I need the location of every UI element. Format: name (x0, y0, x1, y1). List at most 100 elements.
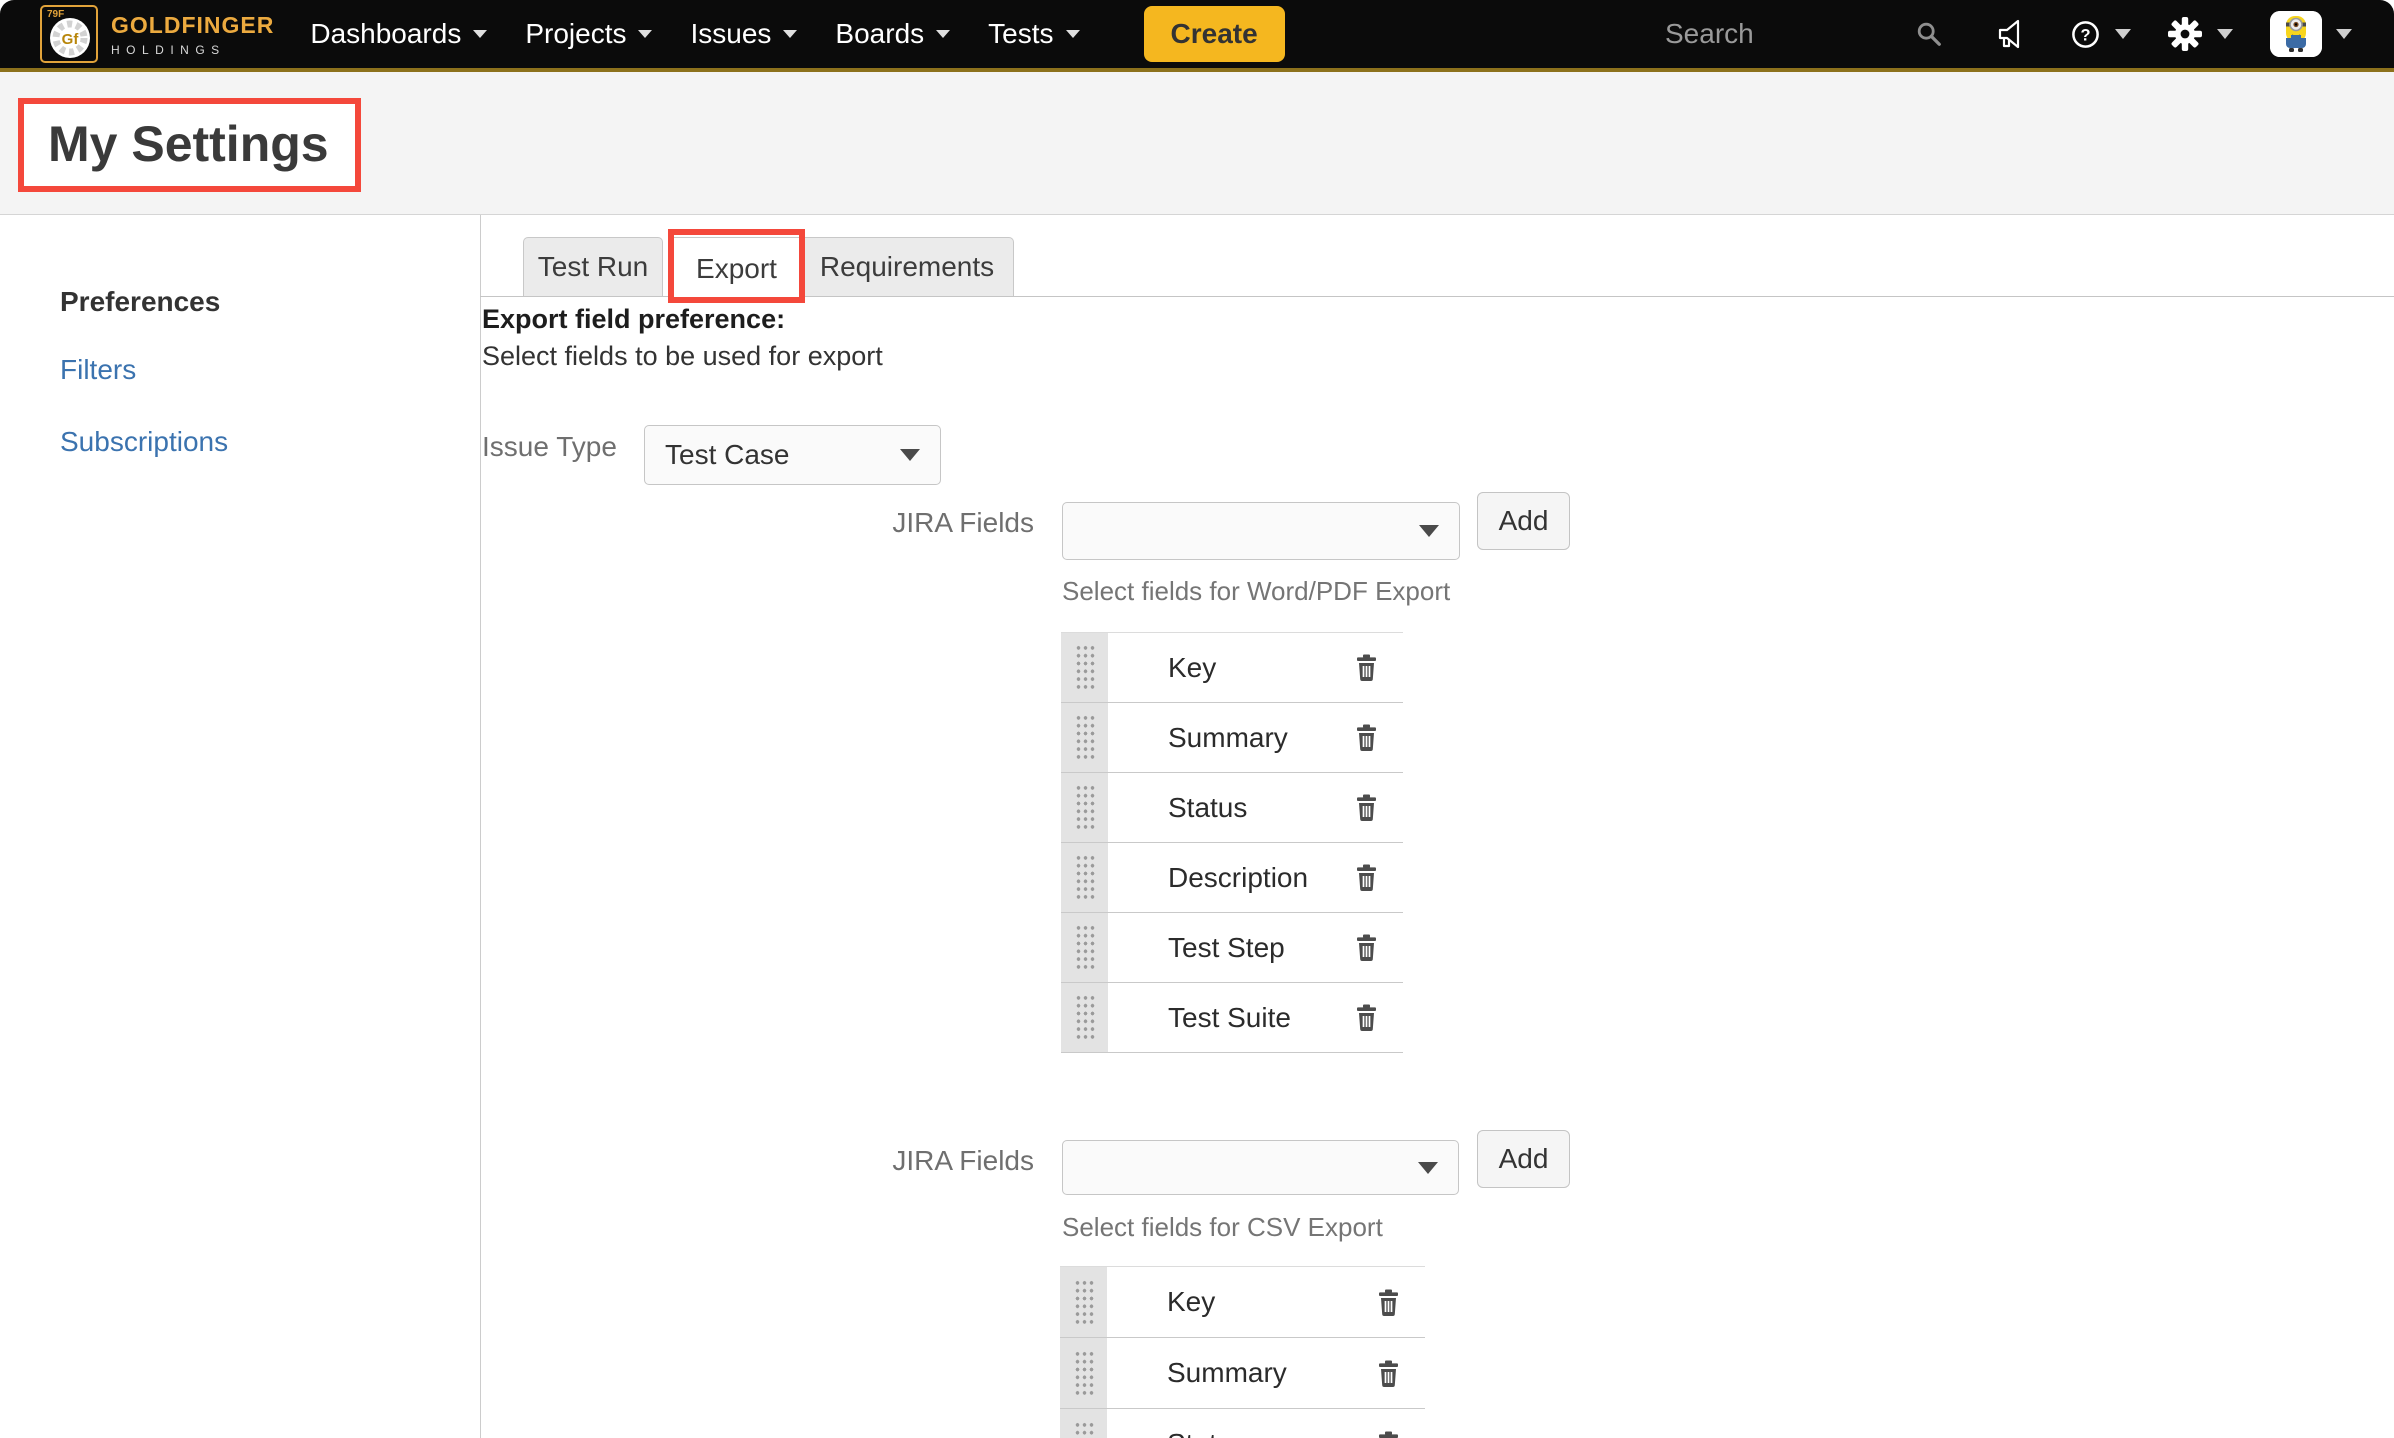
field-name: Key (1168, 652, 1354, 684)
chevron-down-icon (638, 30, 652, 38)
megaphone-icon[interactable] (1996, 17, 2030, 51)
issue-type-select[interactable]: Test Case (644, 425, 941, 485)
user-menu[interactable] (2270, 11, 2352, 57)
add-button-csv[interactable]: Add (1477, 1130, 1570, 1188)
chevron-down-icon (1418, 1162, 1438, 1174)
nav-menu-item[interactable]: Tests (988, 18, 1079, 50)
sidebar-link[interactable]: Filters (60, 354, 228, 386)
nav-menu-item[interactable]: Dashboards (310, 18, 487, 50)
field-row: Summary (1060, 1338, 1425, 1409)
grip-dots-icon (1074, 1421, 1094, 1438)
create-button[interactable]: Create (1144, 6, 1285, 62)
settings-menu[interactable] (2167, 16, 2233, 52)
issue-type-label: Issue Type (482, 431, 617, 463)
drag-handle[interactable] (1060, 1338, 1107, 1408)
tab-test-run[interactable]: Test Run (523, 237, 663, 296)
delete-field-button[interactable] (1376, 1360, 1401, 1387)
field-name: Summary (1168, 722, 1354, 754)
logo-rosette-icon: Gf (48, 16, 92, 60)
jira-fields-label-wordpdf: JIRA Fields (780, 507, 1034, 539)
nav-menu-item[interactable]: Projects (525, 18, 652, 50)
search-input[interactable] (1665, 18, 1915, 50)
jira-fields-select-csv[interactable] (1062, 1140, 1459, 1195)
brand-name: GOLDFINGER (111, 12, 274, 39)
grip-dots-icon (1074, 1350, 1094, 1397)
drag-handle[interactable] (1061, 843, 1108, 912)
trash-icon (1376, 1360, 1401, 1387)
delete-field-button[interactable] (1354, 724, 1379, 751)
drag-handle[interactable] (1060, 1267, 1107, 1337)
minion-avatar-image (2270, 11, 2322, 57)
add-button-wordpdf[interactable]: Add (1477, 492, 1570, 550)
nav-menu-item-label: Projects (525, 18, 626, 50)
jira-fields-select-wordpdf[interactable] (1062, 502, 1460, 560)
brand-subname: HOLDINGS (111, 43, 274, 57)
helper-text-csv: Select fields for CSV Export (1062, 1212, 1383, 1243)
nav-menu-item-label: Issues (690, 18, 771, 50)
nav-menu-item[interactable]: Boards (835, 18, 950, 50)
delete-field-button[interactable] (1354, 794, 1379, 821)
field-row: Key (1060, 1267, 1425, 1338)
main-menu: Dashboards Projects Issues Boards (310, 18, 1117, 50)
export-section-subheading: Select fields to be used for export (482, 341, 883, 372)
logo-monogram: Gf (62, 31, 80, 48)
field-row: Summary (1061, 703, 1403, 773)
chevron-down-icon (1419, 525, 1439, 537)
trash-icon (1376, 1431, 1401, 1438)
chevron-down-icon (2217, 29, 2233, 39)
grip-dots-icon (1075, 714, 1095, 761)
trash-icon (1354, 934, 1379, 961)
page-title-annotation-box: My Settings (18, 98, 361, 192)
field-name: Test Step (1168, 932, 1354, 964)
delete-field-button[interactable] (1354, 934, 1379, 961)
browser-viewport: 79F Gf GOLDFINGER HOLDINGS Dashboards Pr… (0, 0, 2394, 1438)
tab-export[interactable]: Export (668, 237, 805, 299)
sidebar-links: Filters Subscriptions (60, 354, 228, 498)
drag-handle[interactable] (1061, 983, 1108, 1052)
jira-fields-label-csv: JIRA Fields (780, 1145, 1034, 1177)
gear-icon (2167, 16, 2203, 52)
field-name: Summary (1167, 1357, 1376, 1389)
chevron-down-icon (2336, 29, 2352, 39)
trash-icon (1354, 724, 1379, 751)
delete-field-button[interactable] (1376, 1289, 1401, 1316)
grip-dots-icon (1075, 644, 1095, 691)
drag-handle[interactable] (1061, 633, 1108, 702)
sidebar-heading: Preferences (60, 286, 220, 318)
brand-logo[interactable]: 79F Gf (40, 5, 98, 63)
drag-handle[interactable] (1061, 703, 1108, 772)
chevron-down-icon (2115, 29, 2131, 39)
help-icon: ? (2070, 19, 2101, 50)
delete-field-button[interactable] (1354, 864, 1379, 891)
delete-field-button[interactable] (1376, 1431, 1401, 1438)
grip-dots-icon (1074, 1279, 1094, 1326)
nav-menu-item-label: Tests (988, 18, 1053, 50)
drag-handle[interactable] (1061, 773, 1108, 842)
field-row: Status (1061, 773, 1403, 843)
field-row: Description (1061, 843, 1403, 913)
help-menu[interactable]: ? (2070, 19, 2131, 50)
trash-icon (1354, 794, 1379, 821)
delete-field-button[interactable] (1354, 1004, 1379, 1031)
chevron-down-icon (1066, 30, 1080, 38)
trash-icon (1354, 1004, 1379, 1031)
chevron-down-icon (783, 30, 797, 38)
search-icon[interactable] (1915, 20, 1943, 48)
user-avatar[interactable] (2270, 11, 2322, 57)
field-name: Status (1168, 792, 1354, 824)
delete-field-button[interactable] (1354, 654, 1379, 681)
field-name: Key (1167, 1286, 1376, 1318)
nav-menu-item[interactable]: Issues (690, 18, 797, 50)
helper-text-wordpdf: Select fields for Word/PDF Export (1062, 576, 1450, 607)
grip-dots-icon (1075, 854, 1095, 901)
issue-type-selected-value: Test Case (665, 439, 900, 471)
sidebar-link[interactable]: Subscriptions (60, 426, 228, 458)
drag-handle[interactable] (1060, 1409, 1107, 1438)
trash-icon (1354, 864, 1379, 891)
sidebar-divider (480, 215, 481, 1438)
chevron-down-icon (900, 449, 920, 461)
top-navbar: 79F Gf GOLDFINGER HOLDINGS Dashboards Pr… (0, 0, 2394, 72)
chevron-down-icon (473, 30, 487, 38)
tab-requirements[interactable]: Requirements (800, 237, 1014, 296)
drag-handle[interactable] (1061, 913, 1108, 982)
